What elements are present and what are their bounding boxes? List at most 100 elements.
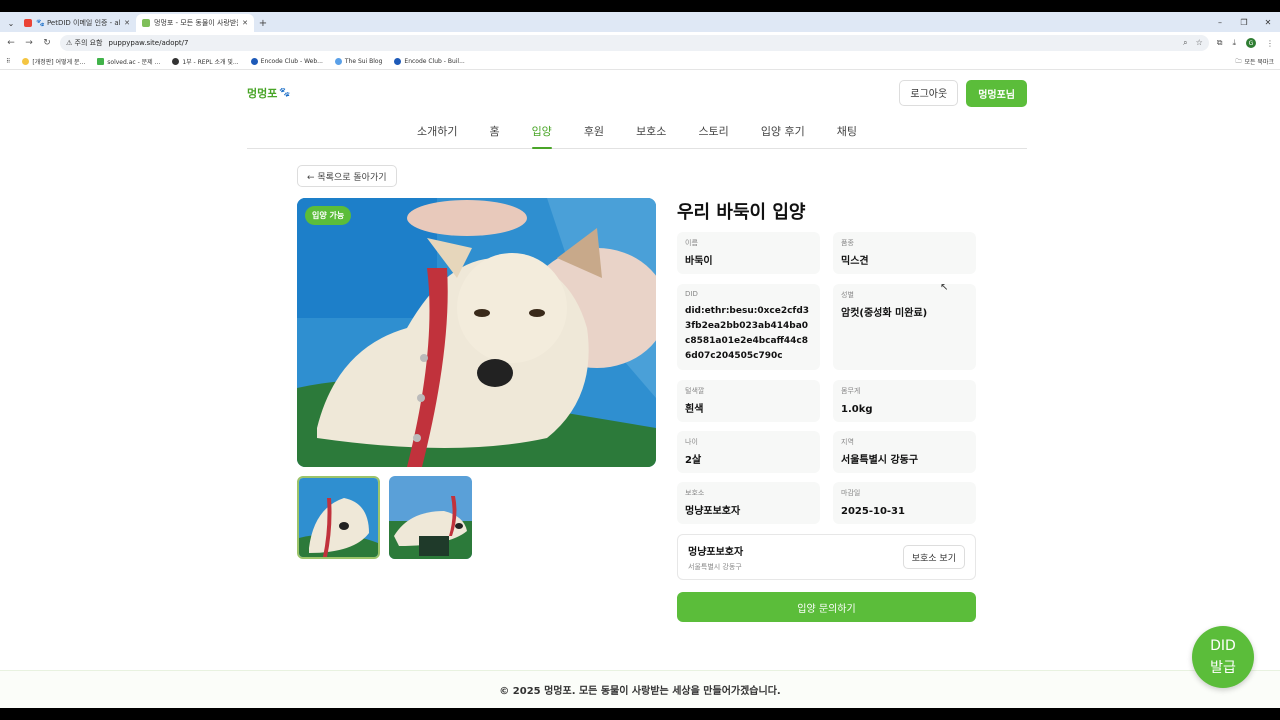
- bookmark-label: 1부 - REPL 소개 및...: [182, 59, 239, 66]
- bookmark-item[interactable]: The Sui Blog: [334, 58, 383, 65]
- bookmark-label: Encode Club - Web...: [260, 58, 323, 65]
- nav-item-shelter[interactable]: 보호소: [636, 114, 666, 149]
- bookmark-star-icon[interactable]: ☆: [1196, 38, 1203, 48]
- logo-text: 멍멍포: [247, 87, 278, 100]
- info-card-region: 지역 서울특별시 강동구: [833, 431, 976, 473]
- thumbnail-image: [299, 478, 378, 557]
- info-card-age: 나이 2살: [677, 431, 820, 473]
- site-footer: © 2025 멍멍포. 모든 동물이 사랑받는 세상을 만들어가겠습니다.: [0, 670, 1280, 708]
- site-logo[interactable]: 멍멍포 🐾: [247, 85, 291, 101]
- photo-thumbnail[interactable]: [297, 476, 380, 559]
- field-label: 보호소: [685, 489, 705, 497]
- dog-photo-image: [297, 198, 656, 467]
- field-value: 흰색: [685, 404, 704, 415]
- did-value: did:ethr:besu:0xce2cfd33fb2ea2bb023ab414…: [685, 306, 810, 361]
- bookmark-item[interactable]: 1부 - REPL 소개 및...: [172, 57, 239, 66]
- tab-gmail[interactable]: 🐾 PetDID 이메일 인증 - ahuh ✕: [18, 14, 136, 32]
- info-card-name: 이름 바둑이: [677, 232, 820, 274]
- logout-button[interactable]: 로그아웃: [899, 79, 959, 106]
- mouse-cursor-icon: ↖: [940, 282, 949, 293]
- minimize-icon[interactable]: –: [1208, 18, 1232, 27]
- new-tab-plus-icon[interactable]: +: [254, 14, 272, 32]
- url-text: puppypaw.site/adopt/7: [108, 39, 189, 47]
- field-label: 몸무게: [841, 387, 861, 395]
- back-arrow-icon[interactable]: ←: [6, 38, 16, 48]
- bookmark-item[interactable]: Encode Club - Buil...: [394, 58, 465, 65]
- field-label: 털색깔: [685, 387, 705, 395]
- photo-thumbnail[interactable]: [389, 476, 472, 559]
- all-bookmarks[interactable]: 🗀 모든 북마크: [1235, 57, 1274, 67]
- reload-icon[interactable]: ↻: [42, 38, 52, 48]
- nav-item-story[interactable]: 스토리: [698, 114, 728, 149]
- view-shelter-button[interactable]: 보호소 보기: [902, 545, 965, 569]
- nav-item-donate[interactable]: 후원: [584, 114, 604, 149]
- thumbnail-image: [389, 476, 472, 559]
- bookmark-icon: [334, 58, 342, 65]
- info-card-gender: 성별 암컷(중성화 미완료): [833, 284, 976, 370]
- bookmark-label: [개정판] 어떻게 문...: [32, 59, 86, 66]
- close-icon[interactable]: ✕: [242, 19, 248, 27]
- security-warning[interactable]: ⚠ 주의 요함: [66, 38, 103, 48]
- info-card-color: 털색깔 흰색: [677, 380, 820, 422]
- page-title: 우리 바둑이 입양: [677, 202, 806, 223]
- bookmark-item[interactable]: [개정판] 어떻게 문...: [22, 57, 85, 66]
- field-label: 품종: [841, 239, 854, 247]
- bookmark-label: The Sui Blog: [344, 58, 383, 65]
- tab-title: 🐾 PetDID 이메일 인증 - ahuh: [36, 19, 120, 27]
- tab-title: 멍멍포 - 모든 동물이 사랑받는: [154, 19, 239, 27]
- folder-icon: 🗀: [1235, 57, 1242, 65]
- bookmark-item[interactable]: solved.ac - 문제 ...: [97, 57, 160, 66]
- field-value: 서울특별시 강동구: [841, 455, 919, 466]
- user-menu-button[interactable]: 멍멍포님: [966, 79, 1027, 107]
- adoption-inquiry-button[interactable]: 입양 문의하기: [677, 592, 976, 622]
- url-bar[interactable]: ⚠ 주의 요함 puppypaw.site/adopt/7 ⌕ ☆: [60, 35, 1209, 51]
- close-icon[interactable]: ✕: [124, 19, 130, 27]
- main-dog-photo[interactable]: 입양 가능: [297, 198, 656, 467]
- field-label: DID: [685, 290, 698, 298]
- main-nav: 소개하기 홈 입양 후원 보호소 스토리 입양 후기 채팅: [247, 114, 1027, 149]
- page-content: 멍멍포 🐾 로그아웃 멍멍포님 소개하기 홈 입양 후원 보호소 스토리 입양 후…: [0, 70, 1280, 708]
- bookmark-item[interactable]: Encode Club - Web...: [250, 58, 323, 65]
- field-label: 마감일: [841, 489, 861, 497]
- browser-window: ⌄ 🐾 PetDID 이메일 인증 - ahuh ✕ 멍멍포 - 모든 동물이 …: [0, 12, 1280, 708]
- field-label: 이름: [685, 239, 698, 247]
- window-controls: – ❐ ✕: [1208, 12, 1280, 32]
- bookmarks-bar: ⠿ [개정판] 어떻게 문... solved.ac - 문제 ... 1부 -…: [0, 54, 1280, 70]
- zoom-icon[interactable]: ⌕: [1183, 38, 1187, 48]
- did-fab-line1: DID: [1210, 638, 1236, 654]
- did-fab-line2: 발급: [1210, 660, 1236, 676]
- field-value: 2025-10-31: [841, 506, 905, 517]
- gmail-icon: [24, 19, 32, 27]
- extensions-icon[interactable]: ⧉: [1217, 38, 1223, 48]
- apps-grid-icon[interactable]: ⠿: [6, 58, 10, 65]
- close-window-icon[interactable]: ✕: [1256, 18, 1280, 27]
- field-value: 암컷(중성화 미완료): [841, 308, 928, 319]
- forward-arrow-icon[interactable]: →: [24, 38, 34, 48]
- tab-strip: ⌄ 🐾 PetDID 이메일 인증 - ahuh ✕ 멍멍포 - 모든 동물이 …: [0, 12, 1280, 32]
- profile-avatar[interactable]: G: [1246, 38, 1256, 48]
- bookmark-icon: [394, 58, 402, 65]
- bookmark-icon: [250, 58, 258, 65]
- download-icon[interactable]: ⤓: [1232, 38, 1236, 48]
- tab-puppypaw[interactable]: 멍멍포 - 모든 동물이 사랑받는 ✕: [136, 14, 254, 32]
- nav-item-adopt[interactable]: 입양: [531, 114, 553, 149]
- menu-kebab-icon[interactable]: ⋮: [1266, 39, 1274, 48]
- restore-icon[interactable]: ❐: [1232, 18, 1256, 27]
- field-label: 성별: [841, 291, 854, 299]
- field-value: 믹스견: [841, 256, 869, 267]
- bookmark-label: Encode Club - Buil...: [404, 58, 465, 65]
- address-bar-row: ← → ↻ ⚠ 주의 요함 puppypaw.site/adopt/7 ⌕ ☆ …: [0, 32, 1280, 54]
- nav-item-intro[interactable]: 소개하기: [417, 114, 457, 149]
- nav-item-home[interactable]: 홈: [489, 114, 499, 149]
- bookmark-icon: [172, 58, 180, 65]
- tab-search-icon[interactable]: ⌄: [4, 14, 18, 32]
- did-issue-button[interactable]: DID 발급: [1192, 626, 1254, 688]
- field-value: 1.0kg: [841, 404, 873, 415]
- shelter-card: 멍냥포보호자 서울특별시 강동구 보호소 보기: [677, 534, 976, 580]
- nav-item-chat[interactable]: 채팅: [837, 114, 857, 149]
- security-warning-label: 주의 요함: [74, 39, 103, 47]
- field-value: 멍냥포보호자: [685, 506, 741, 517]
- back-to-list-button[interactable]: ← 목록으로 돌아가기: [297, 165, 397, 187]
- all-bookmarks-label: 모든 북마크: [1244, 59, 1274, 66]
- nav-item-review[interactable]: 입양 후기: [761, 114, 805, 149]
